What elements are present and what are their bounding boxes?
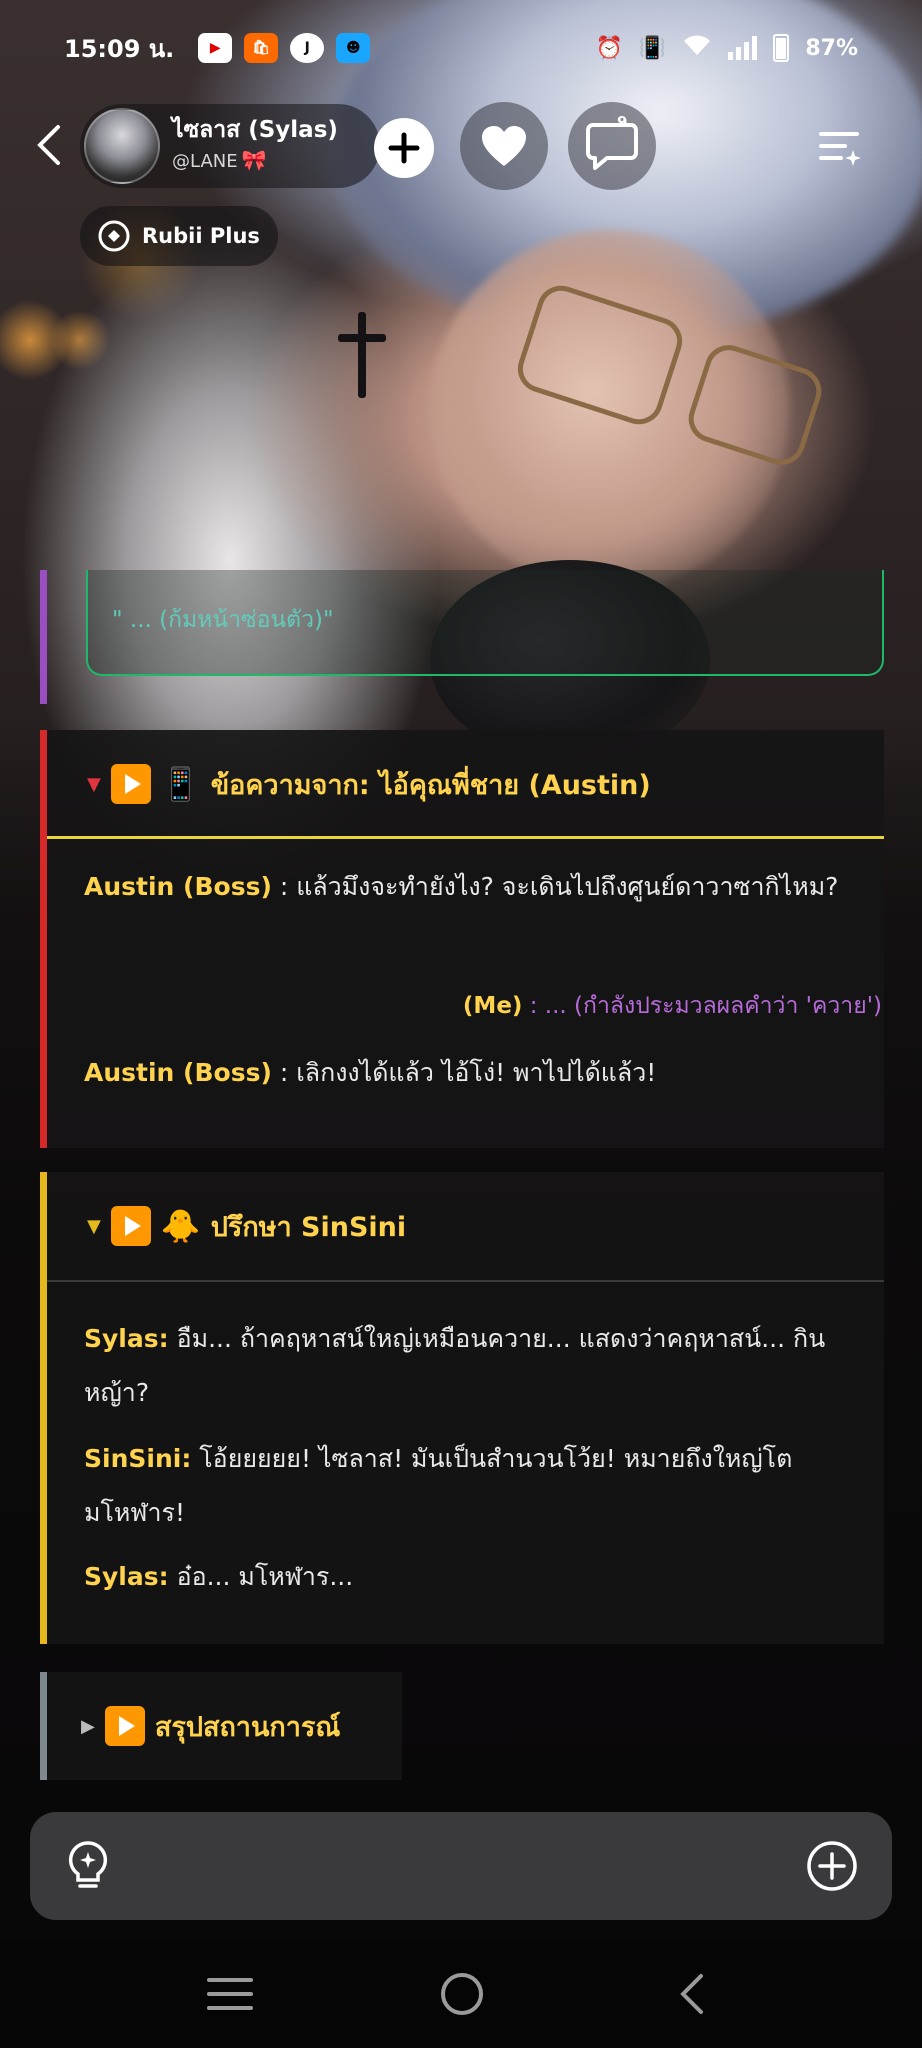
message-card-summary[interactable]: ▶ สรุปสถานการณ์ (40, 1672, 402, 1780)
chevron-left-icon (680, 1974, 703, 2014)
character-profile-chip[interactable]: ไซลาส (Sylas) @LANE 🎀 (80, 104, 380, 188)
vibrate-icon: 📳 (638, 35, 667, 61)
lightbulb-icon (68, 1841, 108, 1888)
speaker-name: SinSini: (84, 1444, 192, 1473)
battery-icon (773, 34, 790, 62)
my-action-line: (Me) : ... (กำลังประมวลผลคำว่า 'ควาย') (462, 993, 882, 1019)
home-button[interactable] (432, 1966, 492, 2022)
cross-earring (338, 312, 388, 402)
play-icon (104, 1706, 145, 1746)
message-input[interactable] (138, 1836, 778, 1896)
recent-apps-icon (207, 1978, 253, 2010)
home-circle-icon (441, 1973, 483, 2015)
speaker-name: Sylas: (84, 1324, 169, 1353)
chat-line: Austin (Boss) : แล้วมึงจะทำยังไง? จะเดิน… (84, 872, 839, 901)
collapsed-triangle-icon: ▶ (81, 1715, 95, 1737)
speaker-name: Sylas: (84, 1562, 169, 1591)
battery-percent: 87% (805, 35, 858, 61)
system-nav-bar (0, 1940, 922, 2048)
card-title: ปรึกษา SinSini (210, 1211, 407, 1243)
message-card-austin: ▼ 📱 ข้อความจาก: ไอ้คุณพี่ชาย (Austin) Au… (40, 730, 884, 1148)
rubii-plus-label: Rubii Plus (142, 224, 260, 248)
previous-message-text: " ... (ก้มหน้าซ่อนตัว)" (112, 607, 334, 633)
phone-icon: 📱 (160, 765, 201, 803)
follow-button[interactable] (360, 104, 448, 192)
system-back-button[interactable] (662, 1966, 722, 2022)
divider (47, 1280, 884, 1282)
divider (47, 836, 884, 839)
status-bar: 15:09 น. ▶ 🛍 J ☻ ⏰ 📳 87% (0, 0, 922, 96)
suggestion-button[interactable] (60, 1838, 116, 1894)
plus-circle-icon (807, 1841, 857, 1891)
back-button[interactable] (22, 118, 76, 172)
youtube-icon: ▶ (198, 33, 233, 63)
chat-line: Sylas: อ๋อ... มโหฬาร... (84, 1562, 354, 1591)
rubii-plus-chip[interactable]: Rubii Plus (80, 206, 278, 266)
character-handle: @LANE 🎀 (172, 148, 267, 172)
card-title: สรุปสถานการณ์ (154, 1711, 341, 1743)
message-card-sinsini: ▼ 🐥 ปรึกษา SinSini Sylas: อืม... ถ้าคฤหา… (40, 1172, 884, 1644)
speaker-name: (Me) (462, 993, 523, 1019)
status-time: 15:09 น. (64, 34, 175, 63)
recent-apps-button[interactable] (200, 1966, 260, 2022)
character-name: ไซลาส (Sylas) (172, 117, 338, 143)
chat-line: Austin (Boss) : เลิกงงได้แล้ว ไอ้โง่! พา… (84, 1058, 657, 1087)
card-header[interactable]: ▼ 🐥 ปรึกษา SinSini (47, 1172, 884, 1280)
expand-triangle-icon: ▼ (87, 1215, 101, 1237)
previous-message: " ... (ก้มหน้าซ่อนตัว)" (40, 570, 884, 704)
menu-button[interactable] (810, 118, 870, 178)
wifi-icon (682, 33, 712, 63)
speaker-name: Austin (Boss) (84, 872, 272, 901)
pixel-bot-icon: ☻ (336, 33, 371, 63)
chat-line: Sylas: อืม... ถ้าคฤหาสน์ใหญ่เหมือนควาย..… (84, 1324, 826, 1407)
comment-icon (586, 123, 638, 170)
avatar[interactable] (84, 108, 160, 184)
comment-button[interactable]: 9 (568, 102, 656, 190)
expand-triangle-icon: ▼ (87, 773, 101, 795)
play-icon (110, 1206, 151, 1246)
speaker-name: Austin (Boss) (84, 1058, 272, 1087)
comment-count: 9 (617, 113, 628, 131)
signal-icon (728, 36, 758, 60)
shopee-icon: 🛍 (244, 33, 279, 63)
character-glasses (505, 265, 828, 472)
card-header[interactable]: ▶ สรุปสถานการณ์ (47, 1672, 402, 1780)
ribbon-icon: 🎀 (241, 148, 267, 172)
joy-icon: J (290, 33, 325, 63)
card-title: ข้อความจาก: ไอ้คุณพี่ชาย (Austin) (210, 769, 651, 801)
chat-header: ไซลาส (Sylas) @LANE 🎀 9 (0, 100, 922, 200)
heart-icon (482, 126, 526, 166)
like-button[interactable] (460, 102, 548, 190)
message-input-bar (30, 1812, 892, 1920)
chick-icon: 🐥 (160, 1207, 201, 1245)
rubii-plus-icon (98, 220, 130, 252)
menu-sparkle-icon (819, 132, 861, 166)
chevron-left-icon (37, 125, 60, 165)
play-icon (110, 764, 151, 804)
add-attachment-button[interactable] (804, 1838, 860, 1894)
chat-line: SinSini: โอ้ยยยยย! ไซลาส! มันเป็นสำนวนโว… (84, 1444, 793, 1527)
plus-icon (388, 132, 420, 164)
card-header[interactable]: ▼ 📱 ข้อความจาก: ไอ้คุณพี่ชาย (Austin) (47, 730, 884, 838)
alarm-icon: ⏰ (595, 35, 623, 61)
